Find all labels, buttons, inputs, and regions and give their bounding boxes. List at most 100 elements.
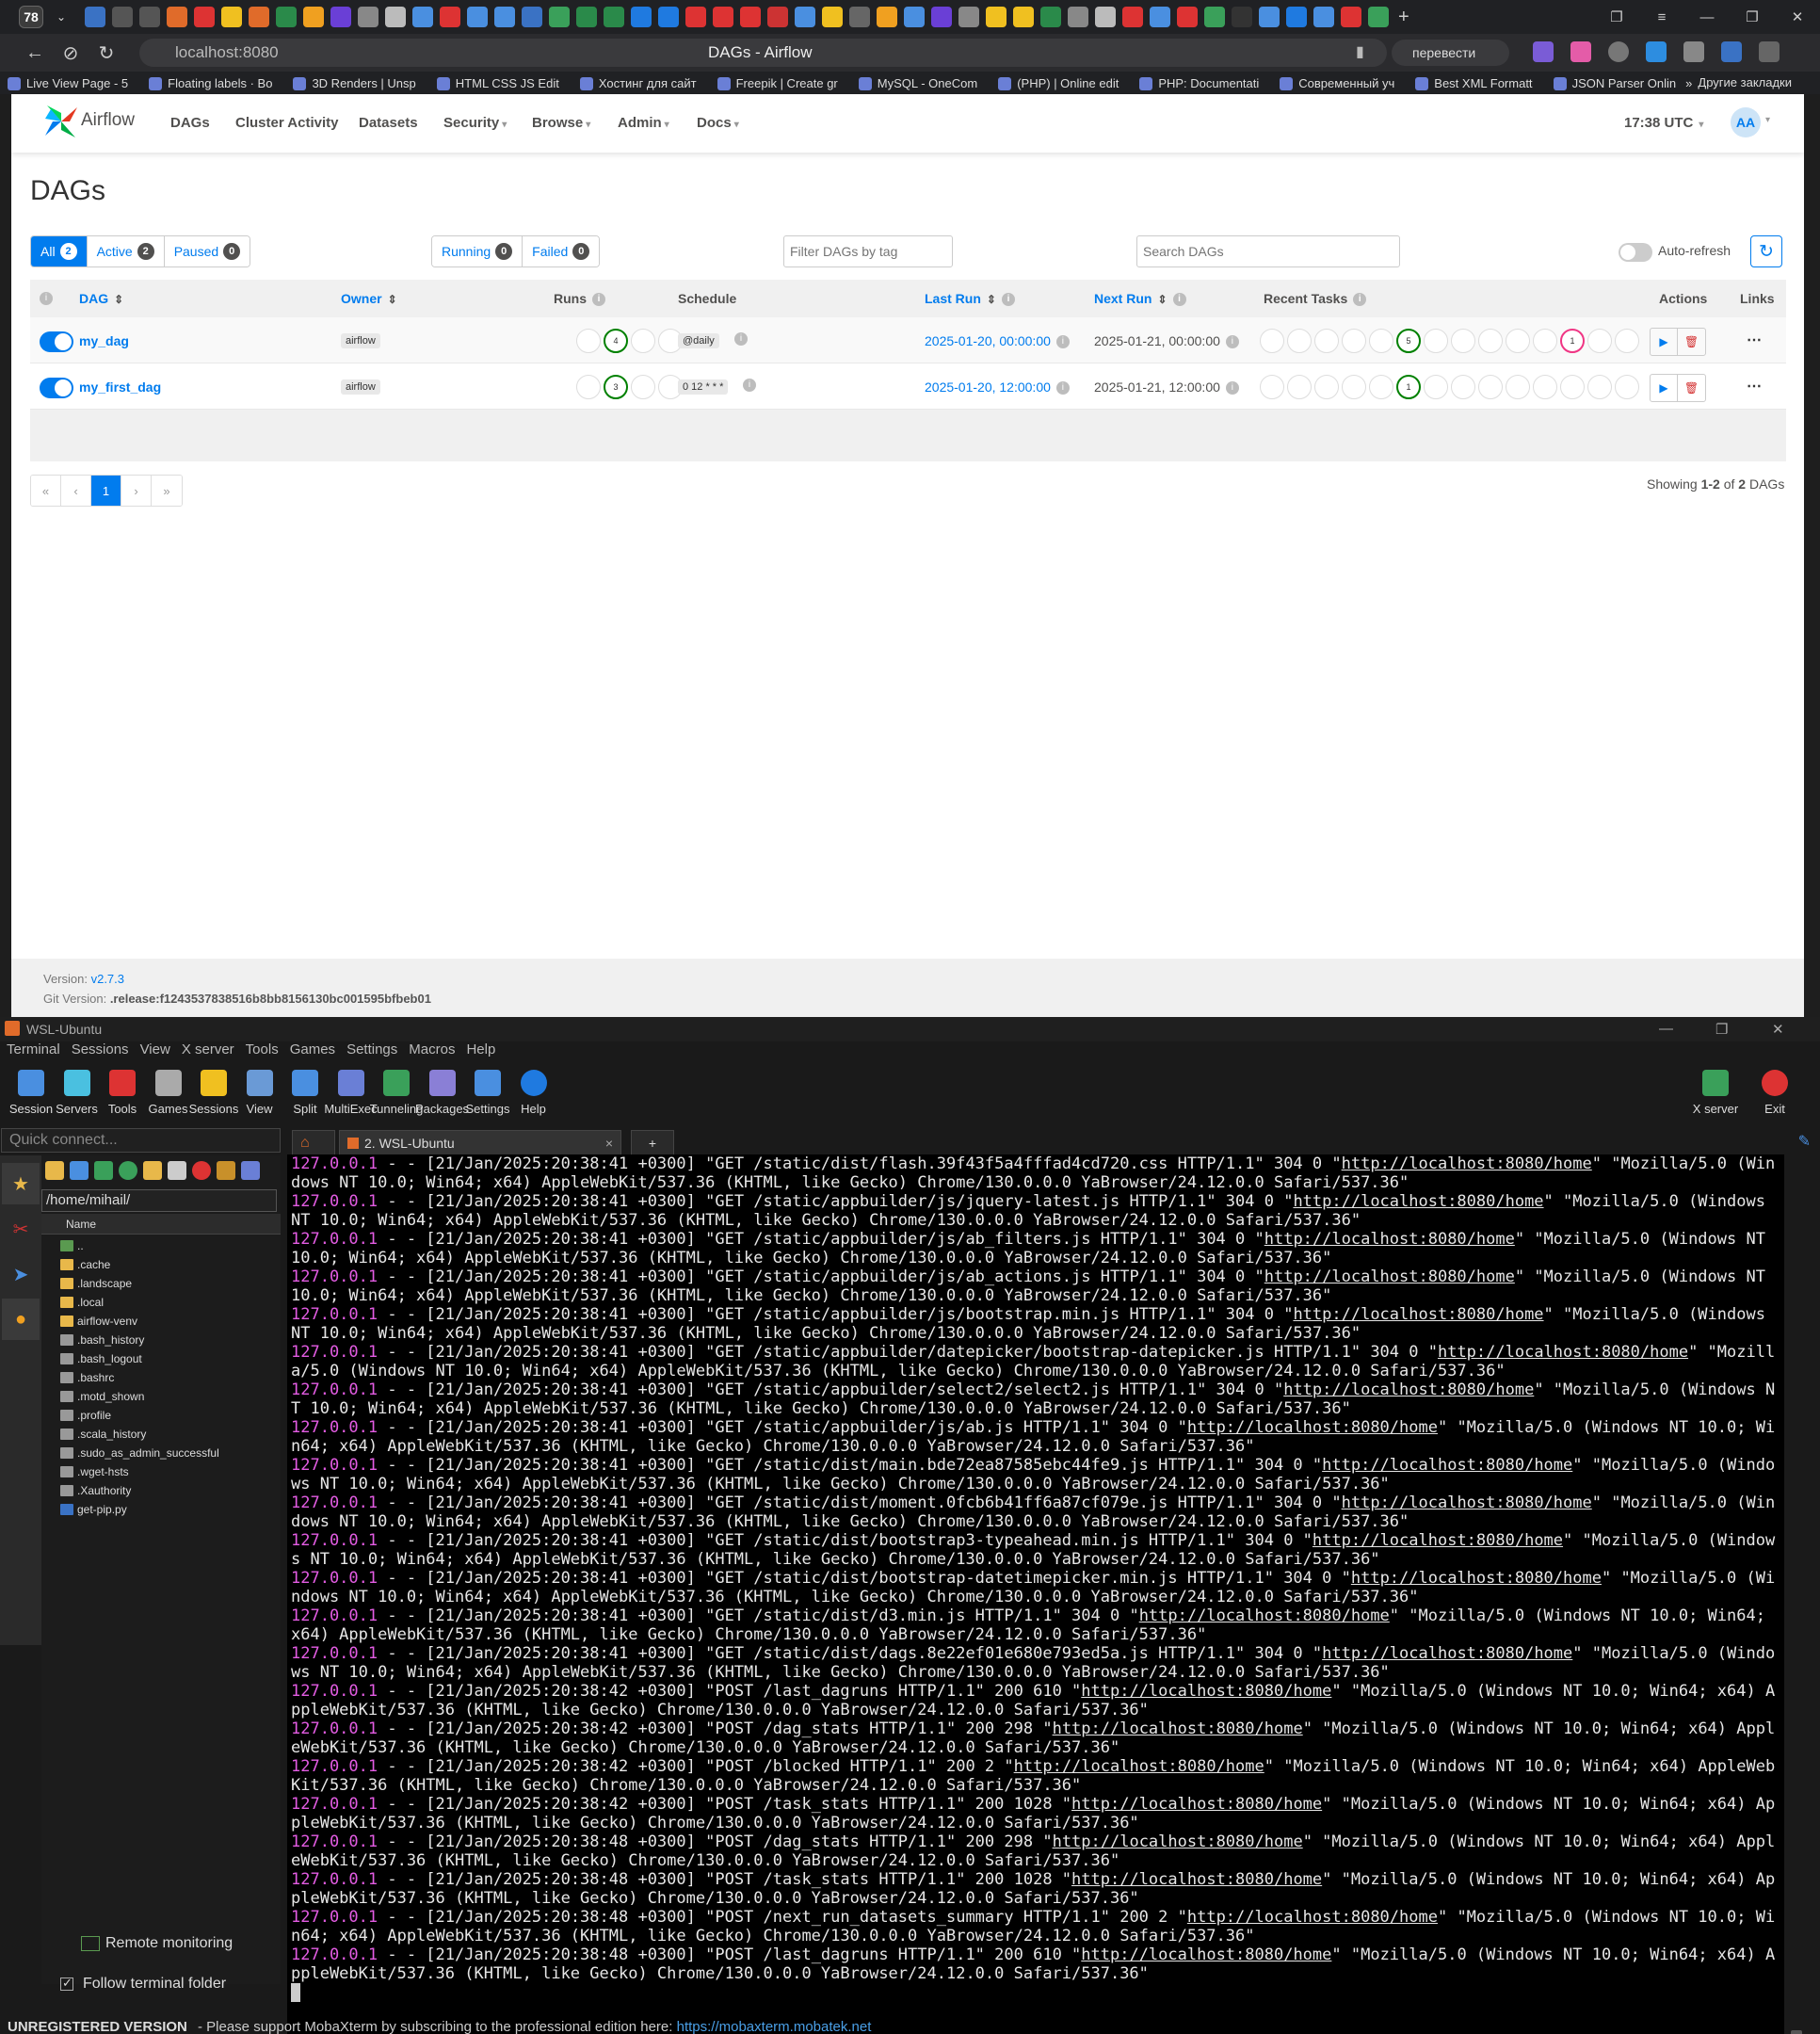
tab-favicon-icon[interactable] [1150,7,1170,27]
refresh-button[interactable]: ↻ [1750,235,1782,267]
bookmark-item[interactable]: Хостинг для сайт [572,76,697,90]
run-state-circle[interactable] [576,375,601,399]
tools-icon[interactable]: ✂ [2,1208,40,1250]
tab-favicon-icon[interactable] [167,7,187,27]
info-icon[interactable]: i [743,379,756,392]
file-list-item[interactable]: .. [60,1236,219,1255]
timezone-clock[interactable]: 17:38 UTC ▾ [1624,115,1703,131]
tab-favicon-icon[interactable] [85,7,105,27]
info-icon[interactable]: i [1225,381,1239,396]
log-referrer-link[interactable]: http://localhost:8080/home [1081,1682,1331,1701]
info-icon[interactable]: i [1055,381,1070,396]
nav-dags[interactable]: DAGs [170,115,210,131]
home-tab[interactable]: ⌂ [292,1130,335,1154]
task-state-circle[interactable] [1478,375,1503,399]
protect-icon[interactable]: ⊘ [53,41,89,65]
bookmark-item[interactable]: JSON Parser Onlin [1546,76,1676,90]
nav-admin[interactable]: Admin ▾ [618,115,669,131]
info-icon[interactable]: i [1172,293,1186,307]
moba-menu-item[interactable]: Sessions [72,1041,129,1064]
tab-favicon-icon[interactable] [440,7,460,27]
file-list-item[interactable]: .bash_history [60,1331,219,1349]
moba-menu-item[interactable]: Tools [246,1041,279,1064]
nav-browse[interactable]: Browse ▾ [532,115,590,131]
back-arrow-icon[interactable]: ← [17,42,53,64]
log-referrer-link[interactable]: http://localhost:8080/home [1187,1418,1438,1437]
pagination-item[interactable]: » [152,476,182,506]
log-referrer-link[interactable]: http://localhost:8080/home [1283,1380,1534,1399]
file-list-item[interactable]: airflow-venv [60,1312,219,1331]
tab-favicon-icon[interactable] [685,7,706,27]
airflow-logo-icon[interactable] [43,104,79,139]
terminal-output[interactable]: 127.0.0.1 - - [21/Jan/2025:20:38:41 +030… [287,1154,1784,2034]
file-list-item[interactable]: .profile [60,1406,219,1425]
tab-favicon-icon[interactable] [767,7,788,27]
tab-favicon-icon[interactable] [1068,7,1088,27]
tab-favicon-icon[interactable] [1177,7,1198,27]
task-state-circle[interactable] [1615,375,1639,399]
attach-icon[interactable]: ✎ [1798,1132,1811,1151]
filter-all-button[interactable]: All 2 [31,236,88,266]
log-referrer-link[interactable]: http://localhost:8080/home [1081,1945,1331,1964]
task-state-circle[interactable] [1533,375,1557,399]
log-referrer-link[interactable]: http://localhost:8080/home [1264,1230,1515,1249]
bookmarks-overflow[interactable]: » [1685,76,1692,90]
trigger-dag-button[interactable]: ▶ [1651,375,1678,401]
bookmark-item[interactable]: 3D Renders | Unsp [285,76,416,90]
restore-icon[interactable]: ❐ [1715,1021,1728,1038]
bookmark-icon[interactable]: ▮ [1356,42,1364,61]
tab-favicon-icon[interactable] [249,7,269,27]
task-state-circle[interactable] [1451,375,1475,399]
download-icon[interactable] [70,1161,89,1180]
file-list-item[interactable]: get-pip.py [60,1500,219,1519]
profile-icon[interactable] [1721,41,1742,62]
last-run-link[interactable]: 2025-01-20, 12:00:00 i [925,379,1070,396]
wrench-icon[interactable] [217,1161,235,1180]
info-icon[interactable]: i [1353,293,1367,307]
moba-menu-item[interactable]: Games [290,1041,335,1064]
extension-pink-icon[interactable] [1570,41,1591,62]
task-state-circle[interactable] [1260,329,1284,353]
trigger-dag-button[interactable]: ▶ [1651,329,1678,355]
mobatek-link[interactable]: https://mobaxterm.mobatek.net [677,2019,872,2034]
log-referrer-link[interactable]: http://localhost:8080/home [1322,1456,1572,1475]
file-list-item[interactable]: .landscape [60,1274,219,1293]
other-bookmarks[interactable]: Другие закладки [1698,75,1792,89]
task-state-circle[interactable] [1587,375,1612,399]
run-state-circle[interactable]: 3 [604,375,628,399]
pagination-item[interactable]: ‹ [61,476,91,506]
task-state-circle[interactable]: 1 [1560,329,1585,353]
nav-cluster-activity[interactable]: Cluster Activity [235,115,338,131]
send-icon[interactable]: ➤ [2,1253,40,1295]
task-state-circle[interactable] [1369,329,1393,353]
restore-icon[interactable]: ❐ [1730,8,1775,25]
tab-wsl-ubuntu[interactable]: 2. WSL-Ubuntu × [339,1130,621,1154]
task-state-circle[interactable]: 5 [1396,329,1421,353]
pagination-item[interactable]: 1 [91,476,121,506]
file-icon[interactable] [241,1161,260,1180]
tab-favicon-icon[interactable] [194,7,215,27]
tab-favicon-icon[interactable] [1013,7,1034,27]
info-icon[interactable]: i [1001,293,1015,307]
new-tab-button[interactable]: + [1398,7,1409,28]
info-icon[interactable]: i [734,332,748,346]
info-icon[interactable]: i [40,292,53,305]
task-state-circle[interactable] [1287,375,1312,399]
brand-name[interactable]: Airflow [81,110,135,131]
log-referrer-link[interactable]: http://localhost:8080/home [1071,1795,1322,1814]
column-next-run[interactable]: Next Run ⇕ i [1094,291,1186,307]
tab-favicon-icon[interactable] [330,7,351,27]
task-state-circle[interactable]: 1 [1396,375,1421,399]
moba-menu-item[interactable]: View [140,1041,170,1064]
remote-monitoring-button[interactable]: Remote monitoring [81,1935,233,1952]
tab-favicon-icon[interactable] [1313,7,1334,27]
file-list-item[interactable]: .local [60,1293,219,1312]
tab-favicon-icon[interactable] [658,7,679,27]
tab-favicon-icon[interactable] [931,7,952,27]
sftp-icon[interactable]: ● [2,1299,40,1340]
last-run-link[interactable]: 2025-01-20, 00:00:00 i [925,333,1070,349]
bookmark-item[interactable]: Современный уч [1272,76,1394,90]
filter-paused-button[interactable]: Paused 0 [164,236,250,266]
log-referrer-link[interactable]: http://localhost:8080/home [1342,1493,1592,1512]
nav-security[interactable]: Security ▾ [443,115,507,131]
